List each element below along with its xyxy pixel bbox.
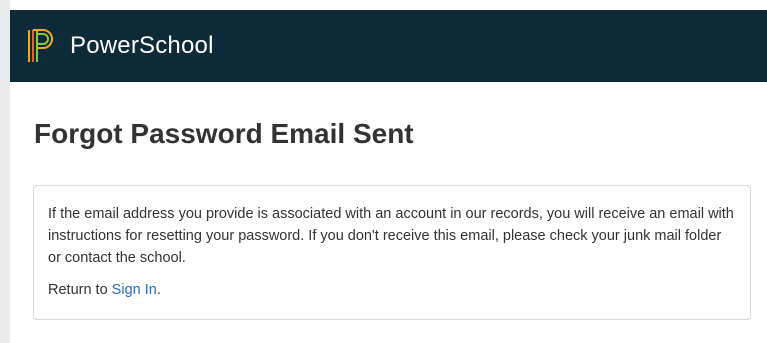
powerschool-logo-icon [28,29,53,62]
page-frame: PowerSchool Forgot Password Email Sent I… [0,0,767,343]
return-line: Return to Sign In. [48,279,736,301]
left-edge-strip [0,0,10,343]
message-panel: If the email address you provide is asso… [33,185,751,320]
page-title: Forgot Password Email Sent [34,118,414,149]
sign-in-link[interactable]: Sign In [112,282,157,298]
return-suffix: . [156,282,161,298]
brand-name: PowerSchool [70,32,214,59]
message-body: If the email address you provide is asso… [48,206,734,266]
app-header: PowerSchool [10,10,767,82]
return-prefix: Return to [48,282,112,298]
